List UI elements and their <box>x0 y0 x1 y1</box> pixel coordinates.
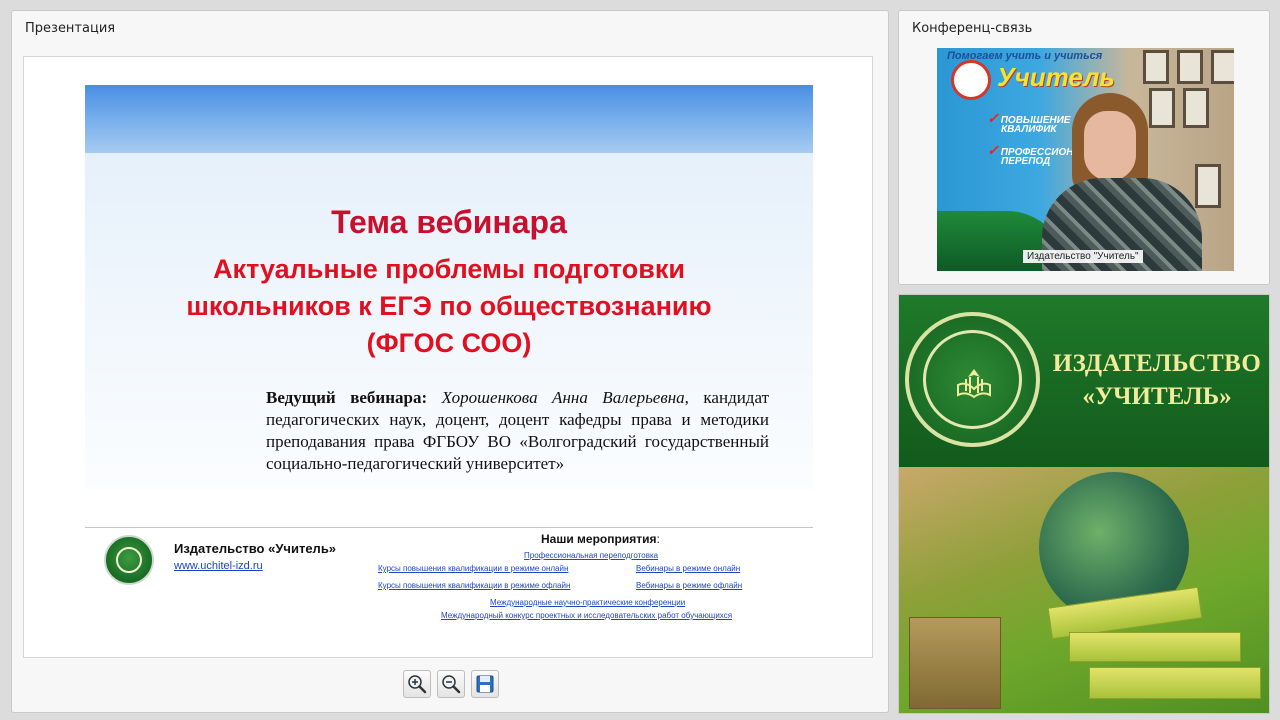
slide-heading: Тема вебинара <box>331 204 567 240</box>
video-feed[interactable]: Помогаем учить и учиться Учитель ✓ ПОВЫШЕ… <box>937 48 1234 271</box>
slide-footer-divider <box>85 527 813 528</box>
person-face <box>1084 111 1136 181</box>
slide-topic-line-2: школьников к ЕГЭ по обществознанию <box>186 291 712 321</box>
events-title-colon: : <box>656 532 660 546</box>
book-stack-decoration <box>909 617 1001 709</box>
book-icon <box>957 369 991 399</box>
presentation-panel: Презентация Тема вебинара Актуальные про… <box>11 10 889 713</box>
event-link-courses-offline[interactable]: Курсы повышения квалификации в режиме оф… <box>378 581 570 590</box>
check-icon: ✓ <box>987 142 999 158</box>
ad-books-image <box>899 467 1269 713</box>
footer-events-title: Наши мероприятия: <box>541 532 660 546</box>
footer-url-link[interactable]: www.uchitel-izd.ru <box>174 560 263 572</box>
ad-brand-line-1: ИЗДАТЕЛЬСТВО <box>1052 350 1262 377</box>
zoom-out-icon <box>442 675 461 694</box>
save-button[interactable] <box>471 670 499 698</box>
book-decoration <box>1089 667 1261 699</box>
conference-panel: Конференц-связь Помогаем учить и учиться… <box>898 10 1270 285</box>
publisher-logo-icon <box>104 535 154 585</box>
save-icon <box>476 675 494 693</box>
event-link-webinars-offline[interactable]: Вебинары в режиме офлайн <box>636 581 742 590</box>
book-decoration <box>1069 632 1241 662</box>
slide-header-bar <box>85 85 813 153</box>
slide-presenter-text: Ведущий вебинара: Хорошенкова Анна Валер… <box>266 387 769 475</box>
event-link-webinars-online[interactable]: Вебинары в режиме онлайн <box>636 564 740 573</box>
event-link-conferences[interactable]: Международные научно-практические конфер… <box>490 598 685 607</box>
footer-publisher-name: Издательство «Учитель» <box>174 541 337 556</box>
ad-banner: ИЗДАТЕЛЬСТВО «УЧИТЕЛЬ» <box>899 295 1269 467</box>
slide-viewer[interactable]: Тема вебинара Актуальные проблемы подгот… <box>23 56 873 658</box>
ad-logo-ring <box>923 330 1022 429</box>
presenter-video-person <box>1042 93 1202 271</box>
presenter-label: Ведущий вебинара: <box>266 388 428 407</box>
ad-brand-line-2: «УЧИТЕЛЬ» <box>1082 383 1232 410</box>
presenter-name: Хорошенкова Анна Валерьевна <box>441 388 685 407</box>
event-link-retraining[interactable]: Профессиональная переподготовка <box>524 551 658 560</box>
wall-frame <box>1143 50 1169 84</box>
zoom-out-button[interactable] <box>437 670 465 698</box>
video-caption: Издательство "Учитель" <box>1023 250 1143 263</box>
events-title-text: Наши мероприятия <box>541 532 657 546</box>
slide-topic: Актуальные проблемы подготовки школьнико… <box>85 251 813 362</box>
conference-panel-title: Конференц-связь <box>912 21 1033 36</box>
slide-topic-line-3: (ФГОС СОО) <box>366 328 532 358</box>
zoom-in-button[interactable] <box>403 670 431 698</box>
wall-frame <box>1177 50 1203 84</box>
poster-logo-icon <box>951 60 991 100</box>
slide-topic-line-1: Актуальные проблемы подготовки <box>213 254 685 284</box>
poster-brand: Учитель <box>997 62 1115 92</box>
slide-banner: Тема вебинара Актуальные проблемы подгот… <box>85 85 813 490</box>
ad-logo-icon <box>905 312 1040 447</box>
event-link-contest[interactable]: Международный конкурс проектных и исслед… <box>441 611 732 620</box>
wall-frame <box>1211 50 1234 84</box>
zoom-in-icon <box>408 675 427 694</box>
event-link-courses-online[interactable]: Курсы повышения квалификации в режиме он… <box>378 564 568 573</box>
check-icon: ✓ <box>987 110 999 126</box>
presentation-panel-title: Презентация <box>25 21 116 36</box>
publisher-ad-panel: ИЗДАТЕЛЬСТВО «УЧИТЕЛЬ» <box>898 294 1270 714</box>
